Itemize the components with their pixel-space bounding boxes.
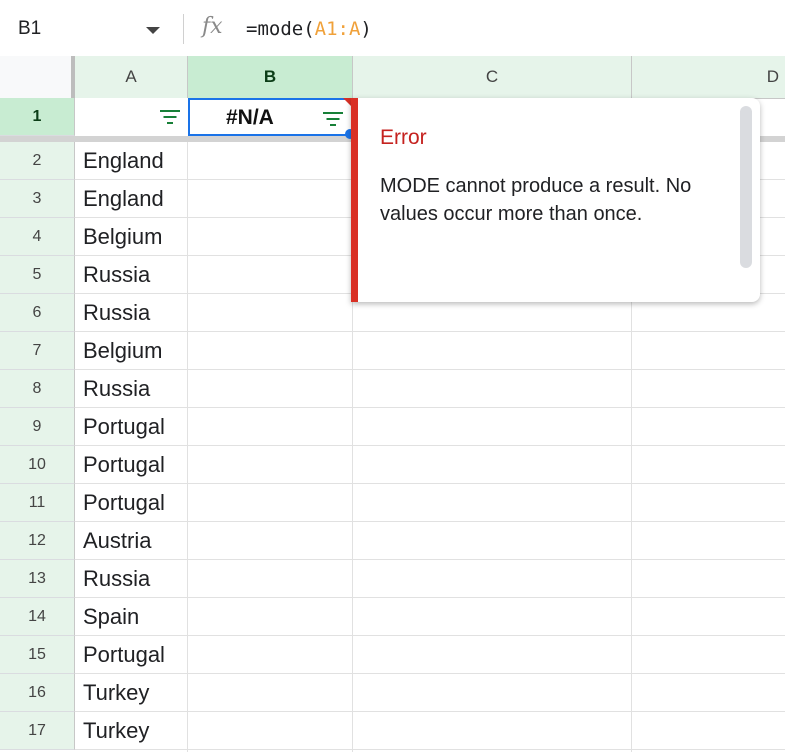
column-header-c[interactable]: C (353, 56, 632, 98)
popup-scrollbar[interactable] (740, 106, 752, 268)
gridline (75, 445, 785, 446)
gridline (75, 331, 785, 332)
error-popup: Error MODE cannot produce a result. No v… (351, 98, 760, 302)
name-box[interactable]: B1 (18, 18, 41, 40)
cell-a11[interactable]: Portugal (83, 490, 165, 516)
row-header-2[interactable]: 2 (0, 142, 75, 180)
formula-suffix: ) (360, 18, 372, 40)
cell-a16[interactable]: Turkey (83, 680, 149, 706)
cell-b1-value: #N/A (226, 106, 274, 129)
row-header-7[interactable]: 7 (0, 332, 75, 370)
formula-prefix: =mode( (246, 18, 315, 40)
formula-bar: B1 fx =mode(A1:A) (0, 0, 785, 57)
filter-icon[interactable] (159, 110, 181, 126)
row-header-6[interactable]: 6 (0, 294, 75, 332)
row-header-10[interactable]: 10 (0, 446, 75, 484)
gridline (75, 521, 785, 522)
row-header-9[interactable]: 9 (0, 408, 75, 446)
row-header-14[interactable]: 14 (0, 598, 75, 636)
row-header-12[interactable]: 12 (0, 522, 75, 560)
row-header-5[interactable]: 5 (0, 256, 75, 294)
formula-bar-divider (183, 14, 184, 44)
row-header-1[interactable]: 1 (0, 98, 75, 136)
gridline (75, 369, 785, 370)
gridline (75, 559, 785, 560)
cell-b1[interactable]: #N/A (188, 98, 353, 136)
row-header-15[interactable]: 15 (0, 636, 75, 674)
row-header-13[interactable]: 13 (0, 560, 75, 598)
gridline (75, 749, 785, 750)
cell-a9[interactable]: Portugal (83, 414, 165, 440)
cell-a2[interactable]: England (83, 148, 164, 174)
row-header-3[interactable]: 3 (0, 180, 75, 218)
select-all-corner[interactable] (0, 56, 75, 98)
cell-a13[interactable]: Russia (83, 566, 150, 592)
column-header-d[interactable]: D (632, 56, 785, 98)
gridline (75, 407, 785, 408)
row-header-4[interactable]: 4 (0, 218, 75, 256)
formula-range-ref: A1:A (314, 18, 361, 40)
gridline (75, 597, 785, 598)
formula-input[interactable]: =mode(A1:A) (246, 18, 372, 40)
fx-icon: fx (202, 14, 223, 39)
cell-a1[interactable] (75, 98, 188, 136)
gridline (75, 673, 785, 674)
row-header-16[interactable]: 16 (0, 674, 75, 712)
gridline (75, 711, 785, 712)
cell-a14[interactable]: Spain (83, 604, 139, 630)
gridline (187, 98, 188, 752)
column-header-b[interactable]: B (188, 56, 353, 98)
row-header-11[interactable]: 11 (0, 484, 75, 522)
cell-a10[interactable]: Portugal (83, 452, 165, 478)
cell-a15[interactable]: Portugal (83, 642, 165, 668)
filter-icon[interactable] (322, 112, 344, 128)
column-headers: A B C D (0, 56, 785, 99)
cell-a8[interactable]: Russia (83, 376, 150, 402)
row-header-8[interactable]: 8 (0, 370, 75, 408)
cell-a12[interactable]: Austria (83, 528, 151, 554)
error-title: Error (380, 126, 427, 149)
cell-a7[interactable]: Belgium (83, 338, 162, 364)
gridline (75, 635, 785, 636)
row-header-17[interactable]: 17 (0, 712, 75, 750)
cell-a17[interactable]: Turkey (83, 718, 149, 744)
cell-a4[interactable]: Belgium (83, 224, 162, 250)
column-header-a[interactable]: A (75, 56, 188, 98)
error-message: MODE cannot produce a result. No values … (380, 175, 692, 225)
gridline (75, 483, 785, 484)
chevron-down-icon[interactable] (146, 27, 160, 34)
cell-a5[interactable]: Russia (83, 262, 150, 288)
cell-a6[interactable]: Russia (83, 300, 150, 326)
cell-a3[interactable]: England (83, 186, 164, 212)
